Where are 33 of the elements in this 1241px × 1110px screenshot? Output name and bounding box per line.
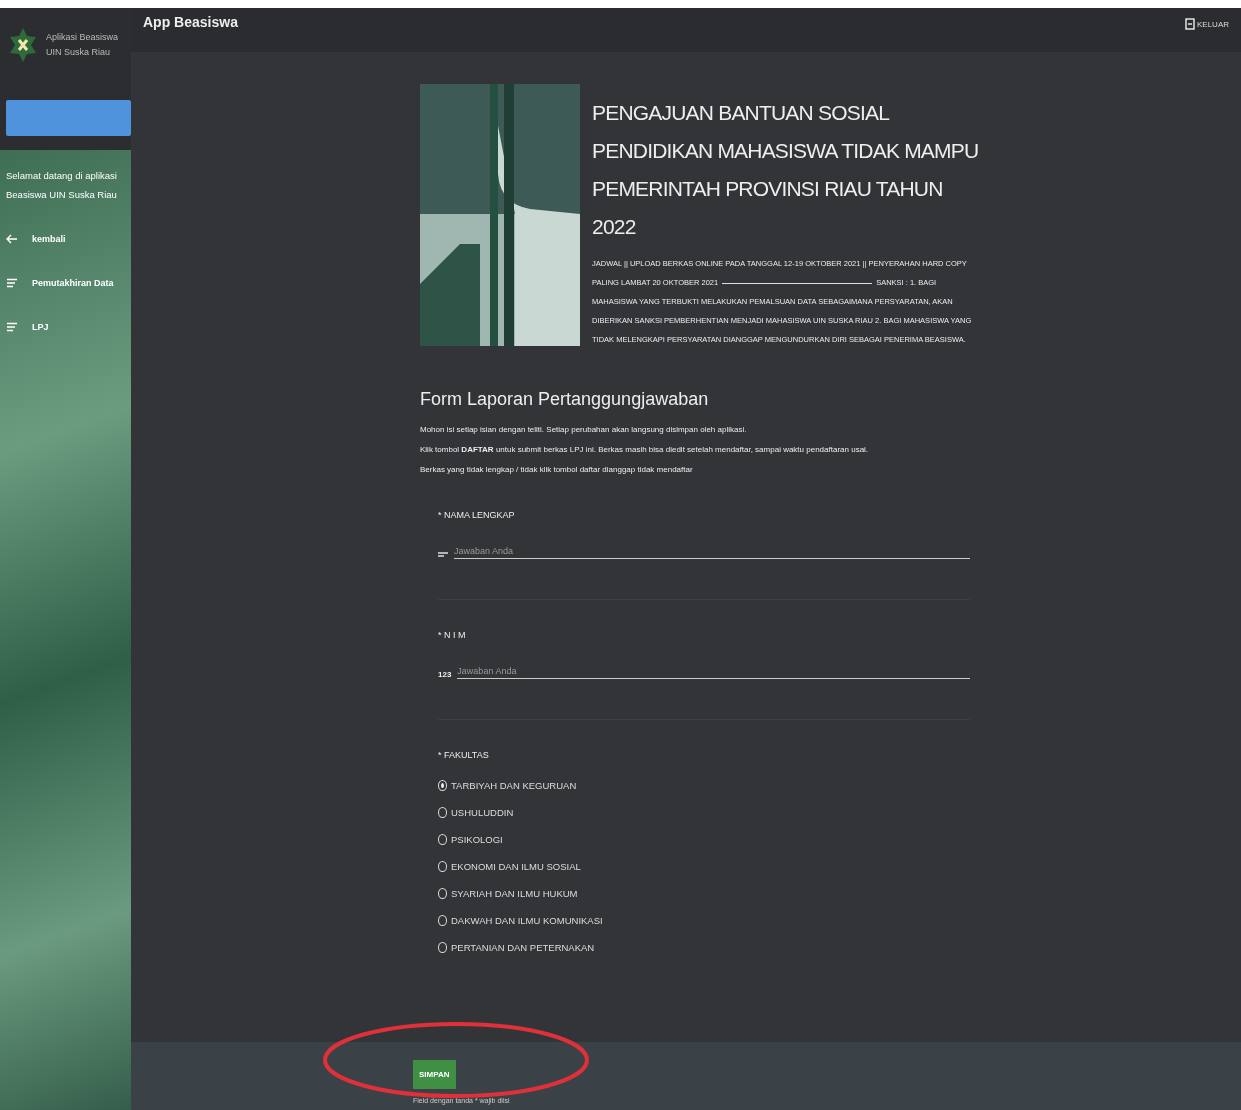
field-label: * FAKULTAS	[438, 750, 490, 760]
radio-option[interactable]: PERTANIAN DAN PETERNAKAN	[438, 942, 970, 953]
text-lines-icon	[438, 551, 448, 559]
welcome-text: Selamat datang di aplikasi Beasiswa UIN Suska Riau	[6, 169, 118, 202]
field-label: * N I M	[438, 630, 467, 640]
radio-option[interactable]: PSIKOLOGI	[438, 834, 970, 845]
radio-option[interactable]: DAKWAH DAN ILMU KOMUNIKASI	[438, 915, 970, 926]
input-field[interactable]: Jawaban Anda	[454, 544, 970, 559]
sidebar-item[interactable]: LPJ	[6, 318, 125, 336]
brand-text: Aplikasi Beasiswa	[46, 31, 119, 44]
radio-option[interactable]: USHULUDDIN	[438, 807, 970, 818]
instruction-text: Klik tombol DAFTAR untuk submit berkas LPJ ini. Berkas masih bisa diedit setelah mendaftar, sampai waktu pendaftaran usai.	[420, 444, 870, 456]
instruction-text: Mohon isi setiap isian dengan teliti. Setiap perubahan akan langsung disimpan oleh aplikasi.	[420, 424, 748, 436]
save-button[interactable]: SIMPAN	[413, 1060, 456, 1089]
radio-option[interactable]: EKONOMI DAN ILMU SOSIAL	[438, 861, 970, 872]
back-arrow-icon	[6, 234, 18, 244]
logout-icon	[1185, 18, 1195, 30]
radio-option[interactable]: TARBIYAH DAN KEGURUAN	[438, 780, 970, 791]
form-title: PENGAJUAN BANTUAN SOSIAL PENDIDIKAN MAHASISWA TIDAK MAMPU PEMERINTAH PROVINSI RIAU TAHUN 2022	[592, 100, 980, 240]
sidebar-item[interactable]: kembali	[6, 230, 125, 248]
logout-button[interactable]: KELUAR	[1185, 14, 1229, 34]
input-field[interactable]: Jawaban Anda	[457, 664, 970, 679]
radio-option[interactable]: SYARIAH DAN ILMU HUKUM	[438, 888, 970, 899]
sidebar-item[interactable]: Pemutakhiran Data	[6, 274, 125, 292]
instruction-text: Berkas yang tidak lengkap / tidak klik tombol daftar dianggap tidak mendaftar	[420, 464, 694, 476]
list-icon	[6, 278, 18, 288]
field-label: * NAMA LENGKAP	[438, 510, 516, 520]
star-logo-icon	[8, 27, 38, 63]
number-icon: 123	[438, 670, 452, 679]
brand-text: UIN Suska Riau	[46, 46, 112, 59]
list-icon	[6, 322, 18, 332]
app-title: App Beasiswa	[143, 14, 238, 30]
section-title: Form Laporan Pertanggungjawaban	[420, 389, 710, 410]
